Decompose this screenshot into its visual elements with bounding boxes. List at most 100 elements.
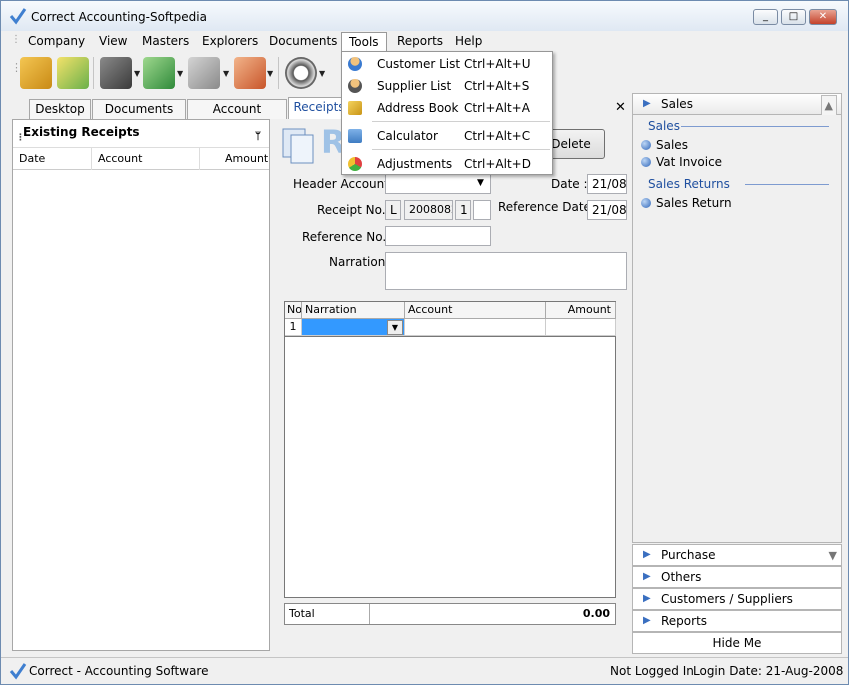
section-purchase[interactable]: ▶ Purchase ▼ bbox=[632, 544, 842, 566]
menu-separator bbox=[372, 121, 550, 122]
chevron-down-icon[interactable]: ▼ bbox=[223, 69, 229, 78]
edit-pencil-icon[interactable] bbox=[57, 57, 89, 89]
grid-cell-amount[interactable] bbox=[546, 319, 616, 336]
refresh-arrows-icon[interactable] bbox=[143, 57, 175, 89]
reference-no-field[interactable] bbox=[385, 226, 491, 246]
menu-item-customer-list[interactable]: Customer List Ctrl+Alt+U bbox=[342, 53, 552, 75]
column-account[interactable]: Account bbox=[98, 152, 142, 165]
sales-section-body: Sales Sales Vat Invoice Sales Returns Sa… bbox=[632, 115, 842, 543]
menu-item-label: Address Book bbox=[377, 101, 459, 115]
section-others[interactable]: ▶ Others bbox=[632, 566, 842, 588]
receipt-no-field[interactable]: 2008082 bbox=[404, 200, 453, 220]
section-sales[interactable]: ▶ Sales ▲ bbox=[632, 93, 842, 117]
wrench-icon[interactable] bbox=[188, 57, 220, 89]
briefcase-icon[interactable] bbox=[100, 57, 132, 89]
menu-documents[interactable]: Documents bbox=[262, 32, 344, 51]
section-reports[interactable]: ▶ Reports bbox=[632, 610, 842, 632]
existing-receipts-panel: ⋮ Existing Receipts ᛘ Date Account Amoun… bbox=[12, 119, 270, 651]
menu-explorers[interactable]: Explorers bbox=[195, 32, 265, 51]
app-logo-icon bbox=[9, 663, 27, 680]
menu-item-shortcut: Ctrl+Alt+C bbox=[464, 129, 531, 143]
pin-icon[interactable]: ᛘ bbox=[255, 125, 261, 149]
receipt-extra-field[interactable] bbox=[473, 200, 491, 220]
close-button[interactable]: ✕ bbox=[809, 9, 837, 25]
nav-item-sales-return[interactable]: Sales Return bbox=[641, 196, 732, 210]
tab-desktop[interactable]: Desktop bbox=[29, 99, 91, 119]
receipt-form: R Delete Header Account : ▼ Date : 21/08… bbox=[271, 119, 627, 651]
chevron-down-icon[interactable]: ▼ bbox=[267, 69, 273, 78]
grid-header-amount[interactable]: Amount bbox=[546, 302, 616, 319]
grid-cell-account[interactable] bbox=[405, 319, 546, 336]
chevron-down-icon[interactable]: ▼ bbox=[829, 546, 837, 566]
nav-item-sales[interactable]: Sales bbox=[641, 138, 688, 152]
tools-dropdown-menu: Customer List Ctrl+Alt+U Supplier List C… bbox=[341, 51, 553, 175]
bullet-icon bbox=[641, 157, 651, 167]
app-window: Correct Accounting-Softpedia _ □ ✕ ⋮ Com… bbox=[0, 0, 849, 685]
grid-header-narration[interactable]: Narration bbox=[302, 302, 405, 319]
chevron-down-icon[interactable]: ▼ bbox=[319, 69, 325, 78]
menu-item-shortcut: Ctrl+Alt+U bbox=[464, 57, 531, 71]
date-field[interactable]: 21/08/2 bbox=[587, 174, 627, 194]
maximize-button[interactable]: □ bbox=[781, 9, 806, 25]
reference-date-field[interactable]: 21/08/2 bbox=[587, 200, 627, 220]
panel-grip-icon: ⋮ bbox=[16, 133, 25, 143]
group-heading-sales-returns: Sales Returns bbox=[648, 177, 730, 191]
menu-company[interactable]: Company bbox=[21, 32, 92, 51]
adjustments-icon bbox=[348, 157, 362, 171]
hide-me-button[interactable]: Hide Me bbox=[632, 632, 842, 654]
section-label: Reports bbox=[661, 614, 708, 628]
narration-label: Narration : bbox=[329, 255, 394, 269]
menu-separator bbox=[372, 149, 550, 150]
column-divider bbox=[199, 148, 200, 170]
app-logo-icon bbox=[9, 8, 27, 25]
close-tab-icon[interactable]: ✕ bbox=[615, 100, 626, 115]
nav-item-label: Sales Return bbox=[656, 196, 732, 210]
menu-item-address-book[interactable]: Address Book Ctrl+Alt+A bbox=[342, 97, 552, 119]
date-label: Date : bbox=[551, 177, 588, 191]
navigation-panel: ▶ Sales ▲ Sales Sales Vat Invoice Sales … bbox=[632, 93, 842, 658]
chevron-down-icon[interactable]: ▼ bbox=[477, 178, 484, 188]
company-box-icon[interactable] bbox=[20, 57, 52, 89]
receipt-suffix-field[interactable]: 1 bbox=[455, 200, 471, 220]
login-status: Not Logged In bbox=[610, 664, 694, 678]
column-divider bbox=[91, 148, 92, 170]
group-divider bbox=[681, 126, 829, 127]
menu-help[interactable]: Help bbox=[448, 32, 489, 51]
menu-view[interactable]: View bbox=[92, 32, 134, 51]
nav-item-label: Sales bbox=[656, 138, 688, 152]
section-customers-suppliers[interactable]: ▶ Customers / Suppliers bbox=[632, 588, 842, 610]
total-divider bbox=[369, 604, 370, 624]
menu-item-calculator[interactable]: Calculator Ctrl+Alt+C bbox=[342, 125, 552, 147]
expand-arrow-icon: ▶ bbox=[643, 549, 651, 560]
receipts-columns: Date Account Amount bbox=[13, 148, 269, 170]
header-account-label: Header Account : bbox=[293, 177, 397, 191]
grid-header-no[interactable]: No bbox=[285, 302, 302, 319]
report-document-icon[interactable] bbox=[234, 57, 266, 89]
grid-header-account[interactable]: Account bbox=[405, 302, 546, 319]
narration-field[interactable] bbox=[385, 252, 627, 290]
menu-tools[interactable]: Tools bbox=[341, 32, 387, 51]
chevron-down-icon[interactable]: ▼ bbox=[177, 69, 183, 78]
panel-title: Existing Receipts bbox=[23, 125, 140, 139]
column-date[interactable]: Date bbox=[19, 152, 45, 165]
expand-arrow-icon: ▶ bbox=[643, 593, 651, 604]
menu-reports[interactable]: Reports bbox=[390, 32, 450, 51]
chevron-up-icon[interactable]: ▲ bbox=[820, 95, 837, 117]
column-amount[interactable]: Amount bbox=[225, 152, 268, 165]
nav-item-label: Vat Invoice bbox=[656, 155, 723, 169]
receipt-prefix-field[interactable]: L bbox=[385, 200, 401, 220]
reference-date-label: Reference Date : bbox=[498, 200, 599, 214]
expand-arrow-icon: ▶ bbox=[643, 571, 651, 582]
chevron-down-icon[interactable]: ▼ bbox=[387, 320, 403, 335]
minimize-button[interactable]: _ bbox=[753, 9, 778, 25]
menu-item-adjustments[interactable]: Adjustments Ctrl+Alt+D bbox=[342, 153, 552, 175]
nav-item-vat-invoice[interactable]: Vat Invoice bbox=[641, 155, 722, 169]
tab-documents-list[interactable]: Documents List bbox=[92, 99, 186, 135]
header-account-select[interactable] bbox=[385, 174, 491, 194]
tab-account-masters[interactable]: Account Masters bbox=[187, 99, 287, 135]
total-value: 0.00 bbox=[582, 607, 610, 620]
menu-masters[interactable]: Masters bbox=[135, 32, 196, 51]
compass-icon[interactable] bbox=[285, 57, 317, 89]
chevron-down-icon[interactable]: ▼ bbox=[134, 69, 140, 78]
menu-item-supplier-list[interactable]: Supplier List Ctrl+Alt+S bbox=[342, 75, 552, 97]
